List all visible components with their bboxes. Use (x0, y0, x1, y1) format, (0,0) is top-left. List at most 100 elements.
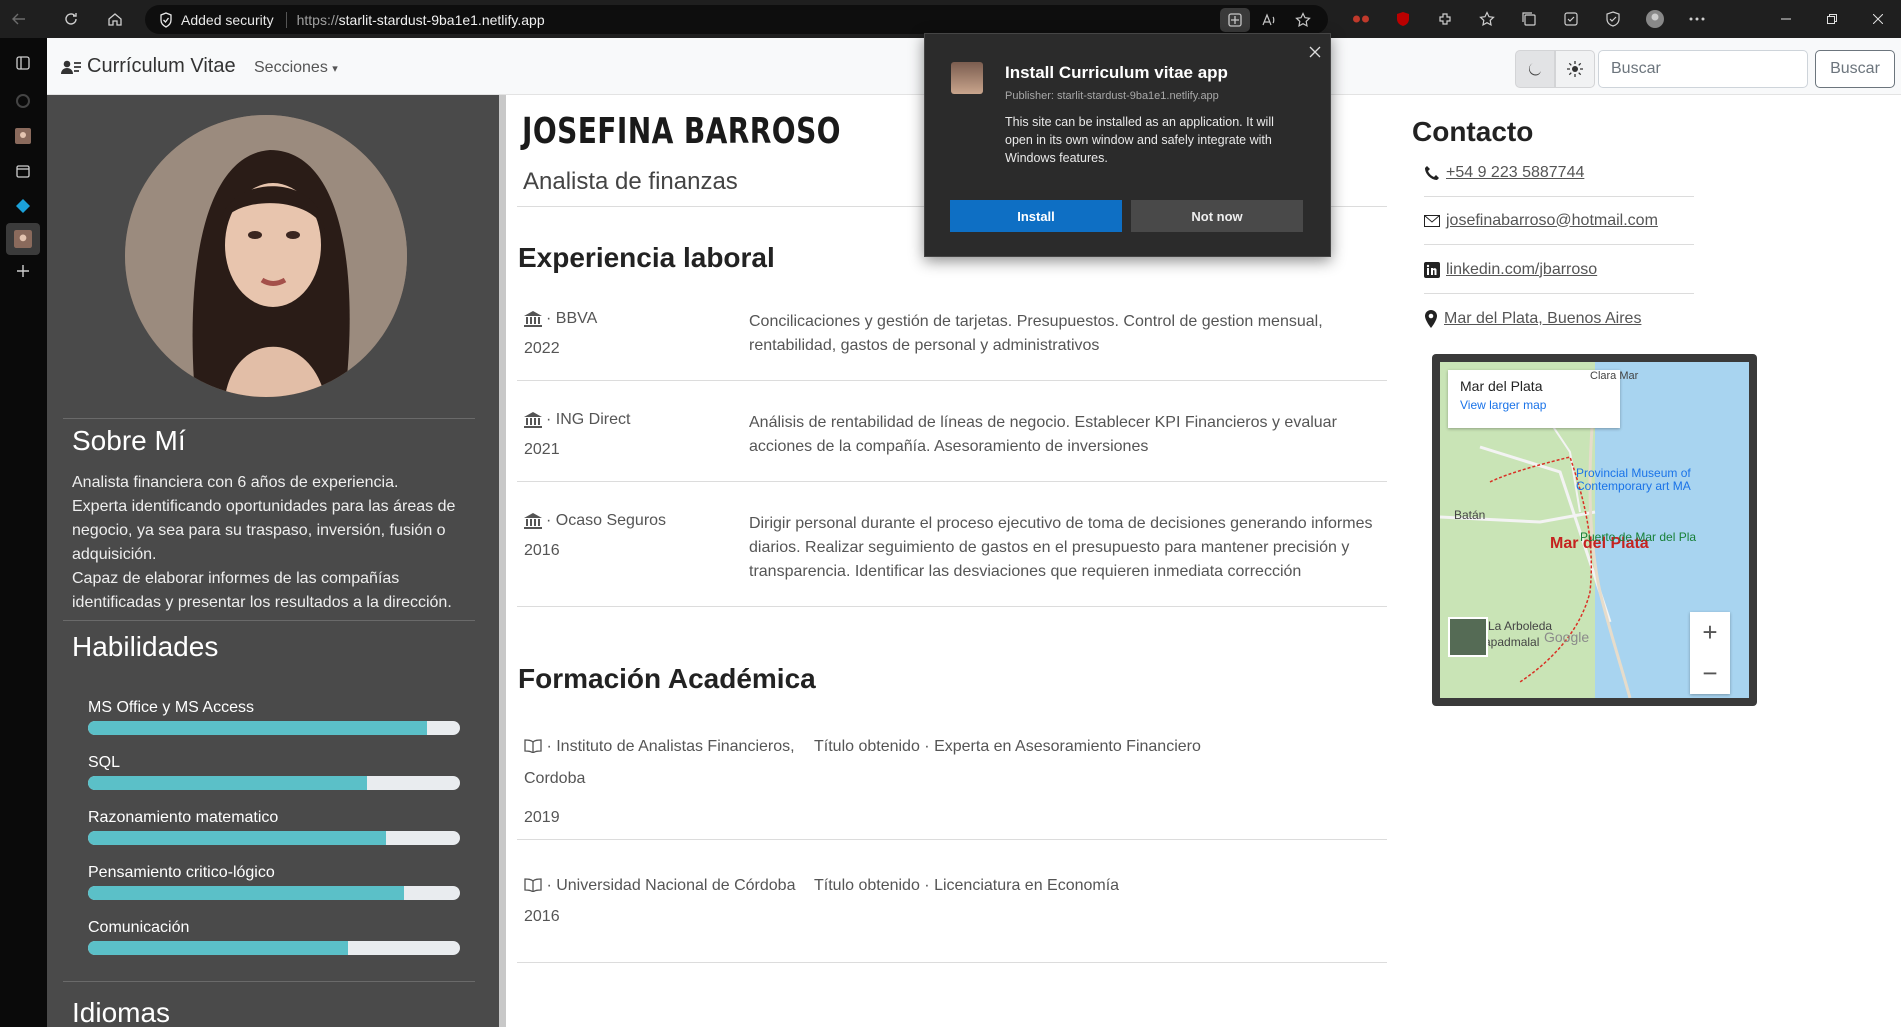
favorite-add-icon[interactable] (1288, 8, 1318, 32)
map-label-chapadmalal: apadmalal (1484, 635, 1540, 649)
map-place-name: Mar del Plata (1460, 378, 1543, 394)
linkedin-link[interactable]: linkedin.com/jbarroso (1446, 261, 1597, 279)
profile-avatar-icon[interactable] (1634, 0, 1676, 38)
zoom-in-icon[interactable]: + (1702, 617, 1717, 648)
new-tab-icon[interactable] (12, 260, 34, 282)
close-icon[interactable] (1305, 42, 1325, 62)
map-label-museum: Provincial Museum of Contemporary art MA (1576, 466, 1691, 493)
envelope-icon (1424, 214, 1440, 228)
education-heading: Formación Académica (518, 663, 816, 694)
row-divider (517, 380, 1387, 381)
home-icon[interactable] (96, 0, 134, 38)
experience-year: 2016 (524, 542, 560, 559)
app-install-icon[interactable] (1220, 8, 1250, 32)
install-body: This site can be installed as an applica… (1005, 115, 1274, 165)
experience-year: 2021 (524, 441, 560, 458)
vertical-tab-strip (0, 38, 47, 1027)
skill-item: Razonamiento matematico (88, 809, 460, 845)
view-larger-map-link[interactable]: View larger map (1460, 398, 1608, 412)
install-app-dialog: Install Curriculum vitae app Publisher: … (924, 33, 1331, 257)
skill-progress-bar (88, 721, 460, 735)
about-line: Analista financiera con 6 años de experi… (72, 474, 399, 491)
contact-heading: Contacto (1412, 116, 1534, 147)
location-link[interactable]: Mar del Plata, Buenos Aires (1444, 310, 1641, 328)
skill-progress-bar (88, 831, 460, 845)
close-window-icon[interactable] (1855, 0, 1901, 38)
institution-name: · Universidad Nacional de Córdoba (546, 877, 796, 894)
sidebar-divider (63, 620, 475, 621)
screenshot-icon[interactable] (1550, 0, 1592, 38)
map-label-clara-mar: Clara Mar (1590, 370, 1639, 382)
skill-item: Comunicación (88, 919, 460, 955)
tab-favicon-calendar-icon[interactable] (12, 160, 34, 182)
search-input[interactable] (1598, 50, 1808, 88)
shield-icon (159, 11, 173, 28)
user-card-icon (61, 59, 81, 75)
about-line: Experta identificando oportunidades para… (72, 498, 456, 563)
install-publisher: Publisher: starlit-stardust-9ba1e1.netli… (1005, 90, 1219, 102)
bank-icon (524, 513, 542, 529)
map-satellite-toggle[interactable] (1448, 617, 1488, 657)
contact-phone: +54 9 223 5887744 (1424, 149, 1694, 197)
favorites-icon[interactable] (1466, 0, 1508, 38)
sidebar-scrollbar[interactable] (499, 95, 506, 1027)
restore-icon[interactable] (1809, 0, 1855, 38)
minimize-icon[interactable] (1763, 0, 1809, 38)
collections-icon[interactable] (1508, 0, 1550, 38)
skill-progress-fill (88, 776, 367, 790)
url-host: starlit-stardust-9ba1e1.netlify.app (338, 11, 545, 28)
brand-link[interactable]: Currículum Vitae (61, 55, 236, 78)
address-bar[interactable]: Added security https:// starlit-stardust… (145, 5, 1328, 34)
person-name: JOSEFINA BARROSO (522, 111, 841, 152)
sun-icon[interactable] (1555, 50, 1595, 88)
email-link[interactable]: josefinabarroso@hotmail.com (1446, 212, 1658, 230)
contact-location: Mar del Plata, Buenos Aires (1424, 295, 1694, 343)
row-divider (517, 606, 1387, 607)
browser-essentials-icon[interactable] (1592, 0, 1634, 38)
tab-actions-icon[interactable] (12, 52, 34, 74)
zoom-out-icon[interactable]: − (1702, 658, 1717, 689)
degree-description: Título obtenido · Experta en Asesoramien… (814, 738, 1201, 755)
map-canvas[interactable]: Mar del Plata View larger map Clara Mar … (1440, 362, 1749, 698)
ublock-icon[interactable] (1382, 0, 1424, 38)
more-menu-icon[interactable] (1676, 0, 1718, 38)
install-button[interactable]: Install (950, 200, 1122, 232)
skill-label: SQL (88, 754, 121, 771)
read-aloud-icon[interactable] (1254, 8, 1284, 32)
about-text: Analista financiera con 6 años de experi… (72, 471, 472, 615)
map-attribution: Google (1544, 629, 1590, 645)
phone-icon (1424, 165, 1440, 181)
embedded-map[interactable]: Mar del Plata View larger map Clara Mar … (1432, 354, 1757, 706)
institution-name: · Instituto de Analistas Financieros, Co… (524, 738, 795, 787)
education-year: 2016 (524, 908, 560, 925)
tab-favicon-diamond-icon[interactable] (12, 195, 34, 217)
tab-favicon-loading-icon[interactable] (12, 90, 34, 112)
bank-icon (524, 311, 542, 327)
map-pin-icon (1424, 310, 1438, 328)
skill-progress-fill (88, 886, 405, 900)
map-label-arboleda: La Arboleda (1488, 619, 1553, 633)
search-button[interactable]: Buscar (1815, 50, 1895, 88)
phone-link[interactable]: +54 9 223 5887744 (1446, 164, 1584, 182)
bank-icon (524, 412, 542, 428)
sections-label: Secciones (254, 59, 328, 76)
linkedin-icon (1424, 261, 1440, 278)
sections-dropdown[interactable]: Secciones ▾ (254, 59, 338, 77)
extensions-icon[interactable] (1424, 0, 1466, 38)
experience-heading: Experiencia laboral (518, 242, 775, 273)
refresh-icon[interactable] (52, 0, 90, 38)
security-label: Added security (181, 11, 274, 28)
address-divider (285, 11, 287, 28)
back-icon[interactable] (0, 0, 38, 38)
book-icon (524, 878, 542, 892)
tab-favicon-active-icon[interactable] (6, 223, 40, 255)
skills-heading: Habilidades (72, 631, 219, 662)
contact-panel: Contacto +54 9 223 5887744 josefinabarro… (1398, 95, 1758, 706)
skill-progress-fill (88, 831, 386, 845)
tab-favicon-portrait-icon[interactable] (12, 125, 34, 147)
moon-icon[interactable] (1515, 50, 1555, 88)
extension-glasses-icon[interactable] (1340, 0, 1382, 38)
skill-label: Comunicación (88, 919, 190, 936)
row-divider (517, 962, 1387, 963)
not-now-button[interactable]: Not now (1131, 200, 1303, 232)
